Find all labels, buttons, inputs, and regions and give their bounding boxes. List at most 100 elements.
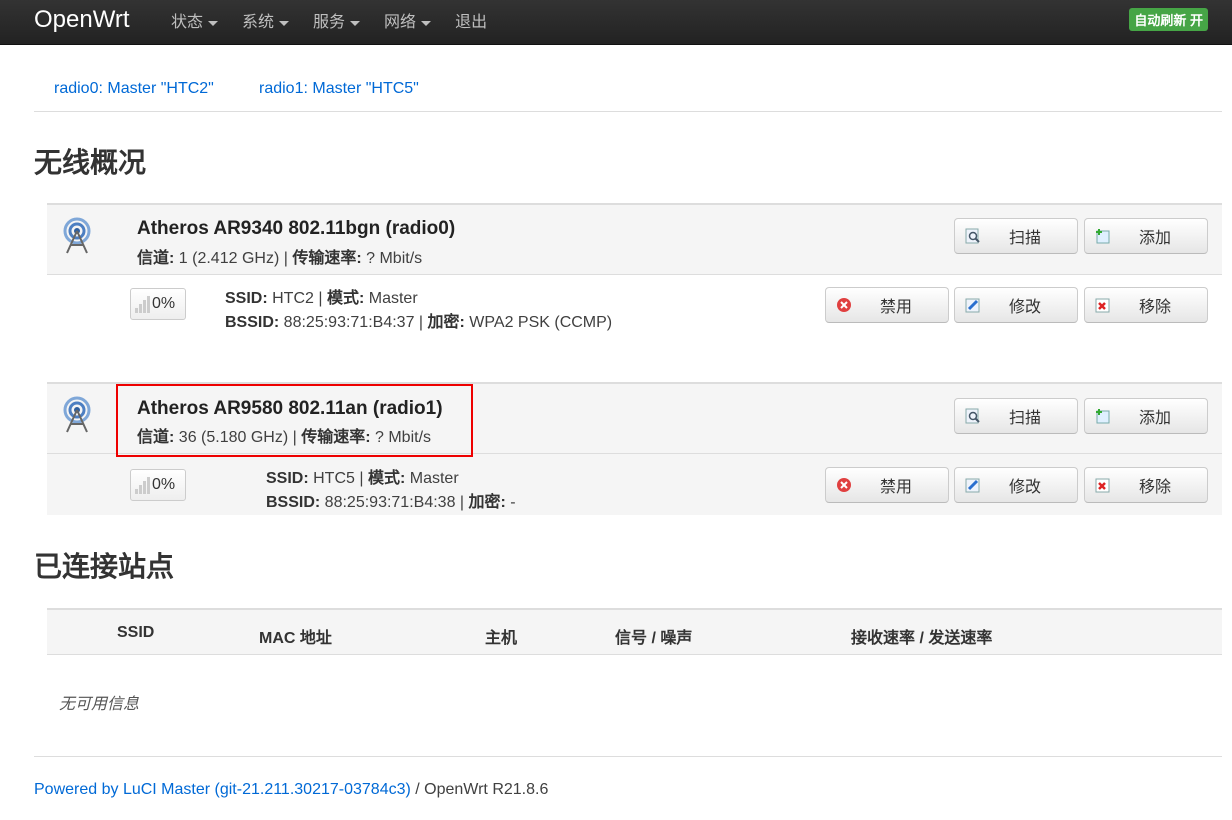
openwrt-version: / OpenWrt R21.8.6 (410, 781, 549, 798)
add-button[interactable]: 添加 (1084, 398, 1208, 434)
add-label: 添加 (1138, 230, 1171, 247)
chevron-down-icon (421, 21, 432, 26)
menu-system-label: 系统 (242, 13, 275, 31)
tab-radio0[interactable]: radio0: Master "HTC2" (54, 80, 214, 98)
wireless-antenna-icon (63, 217, 91, 254)
footer-divider (34, 756, 1222, 757)
ssid-label: SSID: (225, 290, 268, 307)
chevron-down-icon (279, 21, 290, 26)
magnifier-icon (965, 228, 980, 244)
signal-percent: 0% (152, 476, 176, 493)
add-icon (1096, 229, 1110, 244)
add-label: 添加 (1138, 410, 1171, 427)
bssid-label: BSSID: (225, 314, 280, 331)
edit-label: 修改 (1008, 299, 1041, 316)
network-row: 0% SSID: HTC2 | 模式: Master BSSID: 88:25:… (47, 275, 1222, 335)
radio-device-header: Atheros AR9340 802.11bgn (radio0) 信道: 1 … (47, 203, 1222, 275)
wireless-antenna-icon (63, 396, 91, 433)
rate-label: 传输速率: (292, 250, 362, 267)
signal-bars-icon (135, 476, 150, 494)
network-bssid-line: BSSID: 88:25:93:71:B4:37 | 加密: WPA2 PSK … (225, 308, 612, 332)
menu-logout-label: 退出 (455, 13, 488, 31)
encryption-label: 加密: (427, 314, 465, 331)
channel-label: 信道: (137, 250, 175, 267)
bssid-value: 88:25:93:71:B4:38 | (320, 494, 469, 511)
signal-percent: 0% (152, 295, 176, 312)
wireless-overview-title: 无线概况 (34, 147, 147, 178)
remove-icon (1095, 298, 1110, 313)
edit-pencil-icon (965, 478, 980, 493)
network-bssid-line: BSSID: 88:25:93:71:B4:38 | 加密: - (266, 488, 516, 512)
stop-icon (837, 298, 851, 312)
menu-services[interactable]: 服务 (313, 0, 361, 45)
bssid-value: 88:25:93:71:B4:37 | (279, 314, 428, 331)
bssid-label: BSSID: (266, 494, 321, 511)
tab-radio1[interactable]: radio1: Master "HTC5" (259, 80, 419, 98)
scan-button[interactable]: 扫描 (954, 218, 1078, 254)
radio-device-title: Atheros AR9340 802.11bgn (radio0) (137, 218, 456, 239)
chevron-down-icon (350, 21, 361, 26)
edit-pencil-icon (965, 298, 980, 313)
main-menu: 状态 系统 服务 网络 退出 (171, 0, 511, 45)
column-rx-tx-rate: 接收速率 / 发送速率 (851, 630, 993, 647)
stop-icon (837, 478, 851, 492)
signal-bars-icon (135, 295, 150, 313)
column-mac: MAC 地址 (259, 630, 332, 647)
menu-network-label: 网络 (384, 13, 417, 31)
scan-label: 扫描 (1008, 230, 1041, 247)
mode-value: Master (364, 290, 418, 307)
menu-system[interactable]: 系统 (242, 0, 290, 45)
chevron-down-icon (208, 21, 219, 26)
disable-button[interactable]: 禁用 (825, 467, 949, 503)
edit-button[interactable]: 修改 (954, 467, 1078, 503)
remove-icon (1095, 478, 1110, 493)
add-icon (1096, 409, 1110, 424)
signal-quality: 0% (130, 288, 186, 320)
radio-tabs: radio0: Master "HTC2" radio1: Master "HT… (34, 80, 1222, 112)
no-data-message: 无可用信息 (59, 696, 140, 713)
remove-label: 移除 (1138, 479, 1171, 496)
ssid-value: HTC5 | (308, 470, 368, 487)
brand-logo[interactable]: OpenWrt (34, 6, 130, 34)
menu-services-label: 服务 (313, 13, 346, 31)
menu-status-label: 状态 (171, 13, 204, 31)
associated-stations-title: 已连接站点 (34, 551, 175, 582)
mode-label: 模式: (367, 470, 406, 487)
stations-table-header: SSID MAC 地址 主机 信号 / 噪声 接收速率 / 发送速率 (47, 608, 1222, 655)
scan-label: 扫描 (1008, 410, 1041, 427)
menu-network[interactable]: 网络 (384, 0, 432, 45)
disable-label: 禁用 (879, 299, 912, 316)
network-ssid-line: SSID: HTC5 | 模式: Master (266, 464, 459, 488)
encryption-value: - (505, 494, 516, 511)
ssid-label: SSID: (266, 470, 309, 487)
magnifier-icon (965, 408, 980, 424)
disable-label: 禁用 (879, 479, 912, 496)
remove-button[interactable]: 移除 (1084, 467, 1208, 503)
menu-status[interactable]: 状态 (171, 0, 219, 45)
channel-value: 1 (2.412 GHz) | (174, 250, 293, 267)
edit-label: 修改 (1008, 479, 1041, 496)
encryption-value: WPA2 PSK (CCMP) (464, 314, 613, 331)
column-host: 主机 (485, 630, 518, 647)
auto-refresh-toggle[interactable]: 自动刷新 开 (1129, 8, 1208, 31)
luci-link[interactable]: Powered by LuCI Master (git-21.211.30217… (34, 781, 411, 798)
network-ssid-line: SSID: HTC2 | 模式: Master (225, 284, 418, 308)
column-signal-noise: 信号 / 噪声 (615, 630, 693, 647)
edit-button[interactable]: 修改 (954, 287, 1078, 323)
page-footer: Powered by LuCI Master (git-21.211.30217… (34, 781, 548, 799)
encryption-label: 加密: (468, 494, 506, 511)
mode-value: Master (405, 470, 459, 487)
top-navbar: OpenWrt 状态 系统 服务 网络 退出 自动刷新 开 (0, 0, 1232, 45)
remove-label: 移除 (1138, 299, 1171, 316)
mode-label: 模式: (326, 290, 365, 307)
disable-button[interactable]: 禁用 (825, 287, 949, 323)
add-button[interactable]: 添加 (1084, 218, 1208, 254)
scan-button[interactable]: 扫描 (954, 398, 1078, 434)
column-ssid: SSID (117, 624, 155, 641)
remove-button[interactable]: 移除 (1084, 287, 1208, 323)
highlight-annotation-box (116, 384, 473, 457)
menu-logout[interactable]: 退出 (455, 0, 487, 45)
ssid-value: HTC2 | (267, 290, 327, 307)
network-row: 0% SSID: HTC5 | 模式: Master BSSID: 88:25:… (47, 454, 1222, 515)
signal-quality: 0% (130, 469, 186, 501)
